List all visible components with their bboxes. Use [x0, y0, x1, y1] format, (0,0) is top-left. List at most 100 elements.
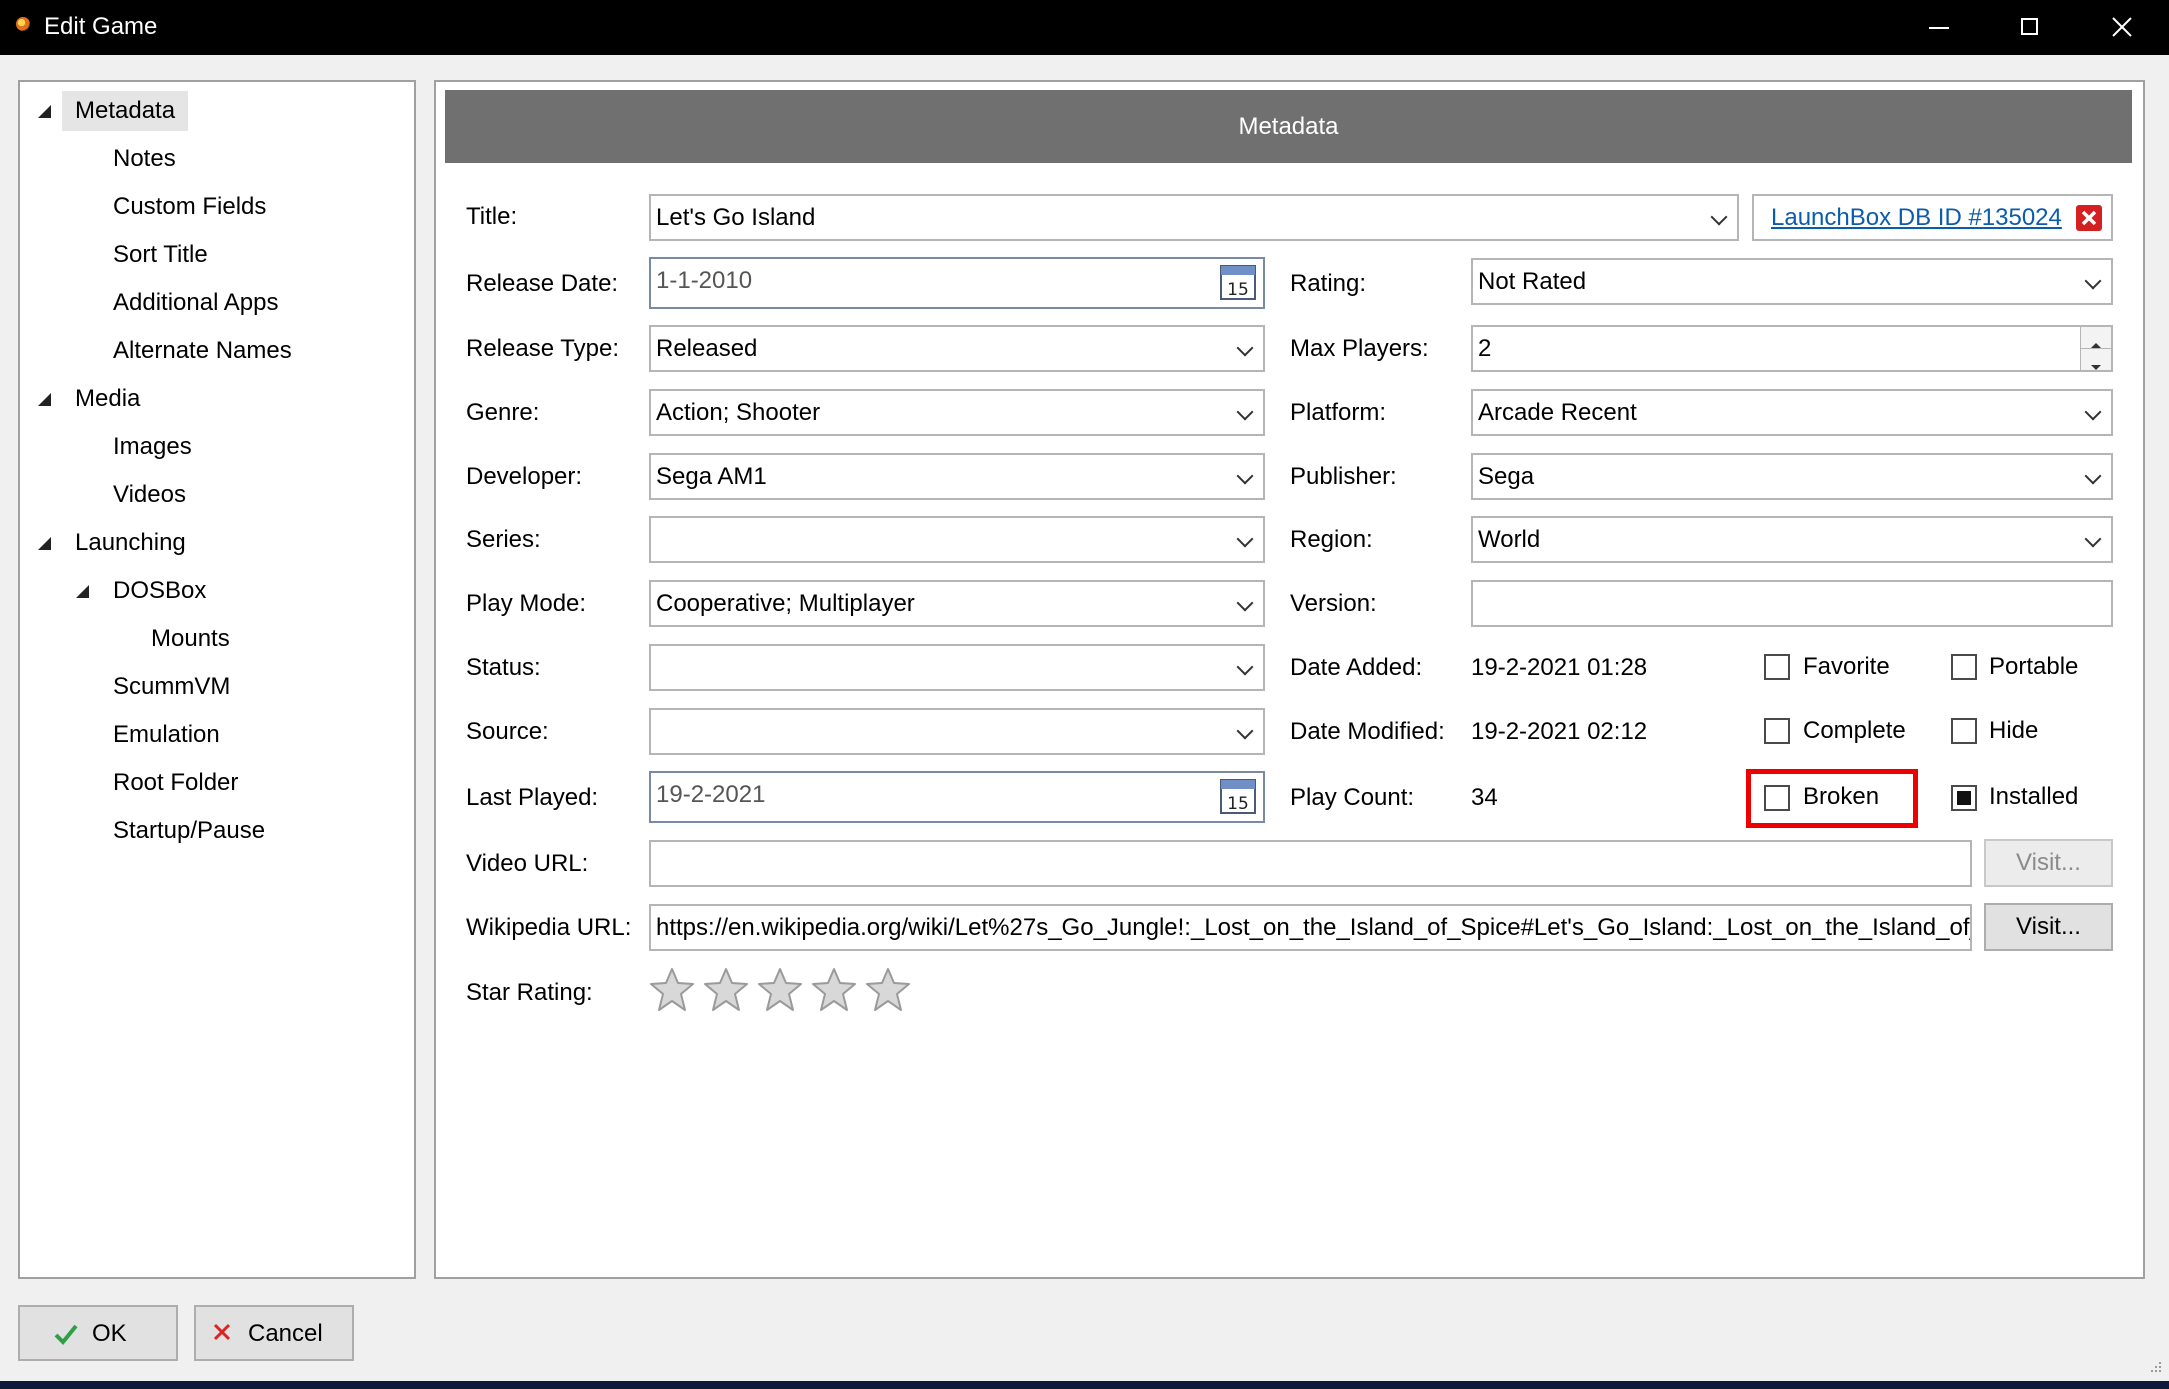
tree-item-images[interactable]: Images	[100, 427, 205, 467]
chevron-down-icon	[1236, 530, 1254, 548]
minimize-button[interactable]	[1892, 0, 1984, 55]
region-label: Region:	[1290, 526, 1373, 553]
remove-db-id-icon[interactable]	[2075, 204, 2103, 232]
stepper-down-button[interactable]	[2080, 349, 2111, 370]
rating-combo[interactable]: Not Rated	[1471, 258, 2113, 305]
tree-item-launching[interactable]: Launching	[62, 523, 199, 563]
publisher-label: Publisher:	[1290, 463, 1397, 490]
release-date-value: 1-1-2010	[656, 267, 753, 294]
max-players-value: 2	[1478, 335, 1492, 362]
installed-checkbox[interactable]	[1951, 785, 1977, 811]
panel-header: Metadata	[445, 90, 2132, 163]
favorite-checkbox[interactable]	[1764, 654, 1790, 680]
wikipedia-url-input[interactable]: https://en.wikipedia.org/wiki/Let%27s_Go…	[649, 904, 1972, 951]
region-combo[interactable]: World	[1471, 516, 2113, 563]
chevron-down-icon	[1236, 403, 1254, 421]
genre-value: Action; Shooter	[656, 399, 821, 426]
expand-dosbox-icon[interactable]	[76, 585, 89, 598]
expand-media-icon[interactable]	[38, 393, 51, 406]
version-input[interactable]	[1471, 580, 2113, 627]
version-label: Version:	[1290, 590, 1377, 617]
close-button[interactable]	[2076, 0, 2168, 55]
star-icon[interactable]	[811, 967, 857, 1013]
favorite-label[interactable]: Favorite	[1803, 650, 1890, 684]
source-combo[interactable]	[649, 708, 1265, 755]
tree-item-sort-title[interactable]: Sort Title	[100, 235, 221, 275]
video-visit-button[interactable]: Visit...	[1984, 839, 2113, 887]
tree-item-mounts[interactable]: Mounts	[138, 619, 243, 659]
release-date-picker[interactable]: 1-1-2010 15	[649, 257, 1265, 309]
cancel-button[interactable]: Cancel	[194, 1305, 354, 1361]
release-type-label: Release Type:	[466, 335, 619, 362]
tree-item-media[interactable]: Media	[62, 379, 153, 419]
star-rating-label: Star Rating:	[466, 979, 593, 1006]
last-played-value: 19-2-2021	[656, 781, 766, 808]
developer-value: Sega AM1	[656, 463, 767, 490]
last-played-label: Last Played:	[466, 784, 599, 811]
chevron-down-icon	[1710, 208, 1728, 226]
tree-item-startup-pause[interactable]: Startup/Pause	[100, 811, 278, 851]
cancel-label: Cancel	[248, 1320, 323, 1347]
tree-item-scummvm[interactable]: ScummVM	[100, 667, 243, 707]
chevron-down-icon	[2084, 403, 2102, 421]
calendar-icon[interactable]: 15	[1220, 264, 1256, 300]
star-icon[interactable]	[703, 967, 749, 1013]
tree-item-dosbox[interactable]: DOSBox	[100, 571, 219, 611]
section-tree: Metadata Notes Custom Fields Sort Title …	[18, 80, 416, 1279]
tree-item-additional-apps[interactable]: Additional Apps	[100, 283, 291, 323]
resize-grip-icon[interactable]	[2143, 1358, 2163, 1378]
series-combo[interactable]	[649, 516, 1265, 563]
status-combo[interactable]	[649, 644, 1265, 691]
hide-checkbox[interactable]	[1951, 718, 1977, 744]
title-label: Title:	[466, 203, 518, 230]
close-icon	[2112, 17, 2132, 37]
tree-item-root-folder[interactable]: Root Folder	[100, 763, 251, 803]
app-icon	[16, 17, 30, 31]
wikipedia-visit-button[interactable]: Visit...	[1984, 903, 2113, 951]
tree-item-notes[interactable]: Notes	[100, 139, 189, 179]
star-icon[interactable]	[865, 967, 911, 1013]
maximize-icon	[2021, 18, 2038, 35]
title-combo[interactable]: Let's Go Island	[649, 194, 1739, 241]
complete-checkbox[interactable]	[1764, 718, 1790, 744]
rating-value: Not Rated	[1478, 268, 1587, 295]
play-mode-label: Play Mode:	[466, 590, 587, 617]
launchbox-db-link[interactable]: LaunchBox DB ID #135024	[1771, 196, 2062, 239]
hide-label[interactable]: Hide	[1989, 714, 2038, 748]
calendar-icon[interactable]: 15	[1220, 778, 1256, 814]
developer-combo[interactable]: Sega AM1	[649, 453, 1265, 500]
date-added-label: Date Added:	[1290, 654, 1423, 681]
tree-item-custom-fields[interactable]: Custom Fields	[100, 187, 279, 227]
complete-label[interactable]: Complete	[1803, 714, 1906, 748]
genre-combo[interactable]: Action; Shooter	[649, 389, 1265, 436]
region-value: World	[1478, 526, 1541, 553]
max-players-stepper[interactable]: 2	[1471, 325, 2113, 372]
tree-item-emulation[interactable]: Emulation	[100, 715, 233, 755]
play-mode-combo[interactable]: Cooperative; Multiplayer	[649, 580, 1265, 627]
stepper-up-button[interactable]	[2080, 327, 2111, 349]
installed-label[interactable]: Installed	[1989, 780, 2078, 814]
play-mode-value: Cooperative; Multiplayer	[656, 590, 915, 617]
expand-metadata-icon[interactable]	[38, 105, 51, 118]
play-count-label: Play Count:	[1290, 784, 1415, 811]
platform-combo[interactable]: Arcade Recent	[1471, 389, 2113, 436]
expand-launching-icon[interactable]	[38, 537, 51, 550]
star-icon[interactable]	[649, 967, 695, 1013]
portable-label[interactable]: Portable	[1989, 650, 2078, 684]
maximize-button[interactable]	[1984, 0, 2076, 55]
star-icon[interactable]	[757, 967, 803, 1013]
last-played-picker[interactable]: 19-2-2021 15	[649, 771, 1265, 823]
tree-item-videos[interactable]: Videos	[100, 475, 199, 515]
ok-button[interactable]: OK	[18, 1305, 178, 1361]
portable-checkbox[interactable]	[1951, 654, 1977, 680]
tree-item-metadata[interactable]: Metadata	[62, 91, 189, 131]
highlight-annotation	[1746, 769, 1918, 828]
release-type-combo[interactable]: Released	[649, 325, 1265, 372]
chevron-down-icon	[2084, 272, 2102, 290]
rating-label: Rating:	[1290, 270, 1367, 297]
publisher-combo[interactable]: Sega	[1471, 453, 2113, 500]
developer-label: Developer:	[466, 463, 583, 490]
video-url-label: Video URL:	[466, 850, 589, 877]
video-url-input[interactable]	[649, 840, 1972, 887]
tree-item-alternate-names[interactable]: Alternate Names	[100, 331, 305, 371]
